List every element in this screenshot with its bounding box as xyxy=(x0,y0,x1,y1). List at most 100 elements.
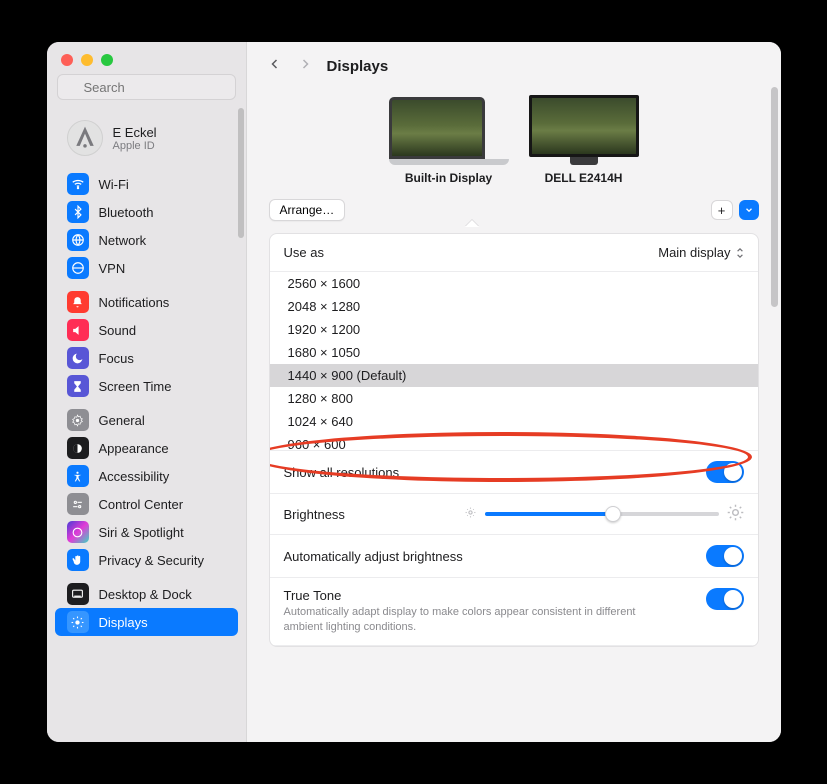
sidebar-item-label: Focus xyxy=(99,351,134,366)
use-as-text: Main display xyxy=(658,245,730,260)
resolution-option[interactable]: 1920 × 1200 xyxy=(270,318,758,341)
profile-sub: Apple ID xyxy=(113,140,157,152)
sidebar-item-desktop-dock[interactable]: Desktop & Dock xyxy=(55,580,238,608)
close-button[interactable] xyxy=(61,54,73,66)
display-label: Built-in Display xyxy=(405,171,492,185)
dock-icon xyxy=(67,583,89,605)
brightness-slider[interactable] xyxy=(485,512,719,516)
content-scroll: Built-in Display DELL E2414H Arrange… + xyxy=(247,87,781,742)
true-tone-row: True Tone Automatically adapt display to… xyxy=(270,578,758,646)
sidebar-item-label: Bluetooth xyxy=(99,205,154,220)
show-all-resolutions-row: Show all resolutions xyxy=(270,450,758,494)
sidebar-item-label: Screen Time xyxy=(99,379,172,394)
sidebar-item-label: General xyxy=(99,413,145,428)
resolution-option[interactable]: 960 × 600 xyxy=(270,433,758,450)
sidebar-item-screen-time[interactable]: Screen Time xyxy=(55,372,238,400)
display-label: DELL E2414H xyxy=(545,171,623,185)
sidebar-item-control-center[interactable]: Control Center xyxy=(55,490,238,518)
monitor-icon xyxy=(529,95,639,165)
gear-icon xyxy=(67,409,89,431)
sun-icon xyxy=(67,611,89,633)
brightness-label: Brightness xyxy=(284,507,454,522)
sidebar-item-network[interactable]: Network xyxy=(55,226,238,254)
sidebar-item-label: Notifications xyxy=(99,295,170,310)
control-center-icon xyxy=(67,493,89,515)
use-as-value[interactable]: Main display xyxy=(658,245,743,260)
header: Displays xyxy=(247,42,781,87)
sidebar-item-apple-id[interactable]: E Eckel Apple ID xyxy=(55,112,238,164)
back-button[interactable] xyxy=(267,56,283,77)
sidebar-scrollbar[interactable] xyxy=(238,108,244,238)
resolution-option[interactable]: 1680 × 1050 xyxy=(270,341,758,364)
sidebar-item-label: Network xyxy=(99,233,147,248)
use-as-label: Use as xyxy=(284,245,324,260)
appearance-icon xyxy=(67,437,89,459)
resolution-option[interactable]: 2048 × 1280 xyxy=(270,295,758,318)
display-options-dropdown[interactable] xyxy=(739,200,759,220)
profile-name: E Eckel xyxy=(113,125,157,140)
zoom-button[interactable] xyxy=(101,54,113,66)
hourglass-icon xyxy=(67,375,89,397)
forward-button[interactable] xyxy=(297,56,313,77)
wifi-icon xyxy=(67,173,89,195)
resolution-option[interactable]: 2560 × 1600 xyxy=(270,272,758,295)
selected-display-indicator xyxy=(465,220,479,227)
content-scrollbar[interactable] xyxy=(771,87,778,307)
resolution-list: 2560 × 1600 2048 × 1280 1920 × 1200 1680… xyxy=(270,272,758,450)
true-tone-toggle[interactable] xyxy=(706,588,744,610)
bluetooth-icon xyxy=(67,201,89,223)
resolution-option[interactable]: 1280 × 800 xyxy=(270,387,758,410)
sun-large-icon xyxy=(727,504,744,524)
page-title: Displays xyxy=(327,58,389,75)
sidebar-item-privacy[interactable]: Privacy & Security xyxy=(55,546,238,574)
sidebar-item-bluetooth[interactable]: Bluetooth xyxy=(55,198,238,226)
sidebar-item-displays[interactable]: Displays xyxy=(55,608,238,636)
use-as-row[interactable]: Use as Main display xyxy=(270,234,758,272)
display-external[interactable]: DELL E2414H xyxy=(529,95,639,185)
sidebar-item-wifi[interactable]: Wi-Fi xyxy=(55,170,238,198)
display-settings-panel: Use as Main display 2560 × 1600 2048 × 1… xyxy=(269,233,759,647)
show-all-toggle[interactable] xyxy=(706,461,744,483)
sidebar-item-appearance[interactable]: Appearance xyxy=(55,434,238,462)
slider-thumb[interactable] xyxy=(605,506,621,522)
resolution-option[interactable]: 1440 × 900 (Default) xyxy=(270,364,758,387)
auto-brightness-row: Automatically adjust brightness xyxy=(270,535,758,578)
brightness-row: Brightness xyxy=(270,494,758,535)
network-icon xyxy=(67,229,89,251)
content-pane: Displays Built-in Display xyxy=(247,42,781,742)
sidebar-item-label: Wi-Fi xyxy=(99,177,129,192)
moon-icon xyxy=(67,347,89,369)
display-built-in[interactable]: Built-in Display xyxy=(389,97,509,185)
resolution-option[interactable]: 1024 × 640 xyxy=(270,410,758,433)
arrange-button[interactable]: Arrange… xyxy=(269,199,346,221)
sidebar-list: E Eckel Apple ID Wi-Fi Bluetooth xyxy=(47,108,246,742)
show-all-label: Show all resolutions xyxy=(284,465,400,480)
sidebar-item-label: VPN xyxy=(99,261,126,276)
laptop-icon xyxy=(389,97,509,165)
minimize-button[interactable] xyxy=(81,54,93,66)
sidebar: E Eckel Apple ID Wi-Fi Bluetooth xyxy=(47,42,247,742)
sidebar-item-label: Privacy & Security xyxy=(99,553,204,568)
chevron-updown-icon xyxy=(736,247,744,259)
accessibility-icon xyxy=(67,465,89,487)
sidebar-item-label: Appearance xyxy=(99,441,169,456)
sidebar-item-vpn[interactable]: VPN xyxy=(55,254,238,282)
sidebar-item-label: Siri & Spotlight xyxy=(99,525,184,540)
sidebar-item-focus[interactable]: Focus xyxy=(55,344,238,372)
true-tone-desc: Automatically adapt display to make colo… xyxy=(284,605,644,635)
hand-icon xyxy=(67,549,89,571)
auto-brightness-toggle[interactable] xyxy=(706,545,744,567)
bell-icon xyxy=(67,291,89,313)
sidebar-item-label: Displays xyxy=(99,615,148,630)
sidebar-item-accessibility[interactable]: Accessibility xyxy=(55,462,238,490)
add-display-button[interactable]: + xyxy=(711,200,733,220)
sun-small-icon xyxy=(464,506,477,522)
sidebar-item-general[interactable]: General xyxy=(55,406,238,434)
sidebar-item-label: Sound xyxy=(99,323,137,338)
sidebar-item-notifications[interactable]: Notifications xyxy=(55,288,238,316)
search-input[interactable] xyxy=(57,74,236,100)
display-picker: Built-in Display DELL E2414H xyxy=(269,87,759,191)
sidebar-item-sound[interactable]: Sound xyxy=(55,316,238,344)
sidebar-item-siri[interactable]: Siri & Spotlight xyxy=(55,518,238,546)
siri-icon xyxy=(67,521,89,543)
